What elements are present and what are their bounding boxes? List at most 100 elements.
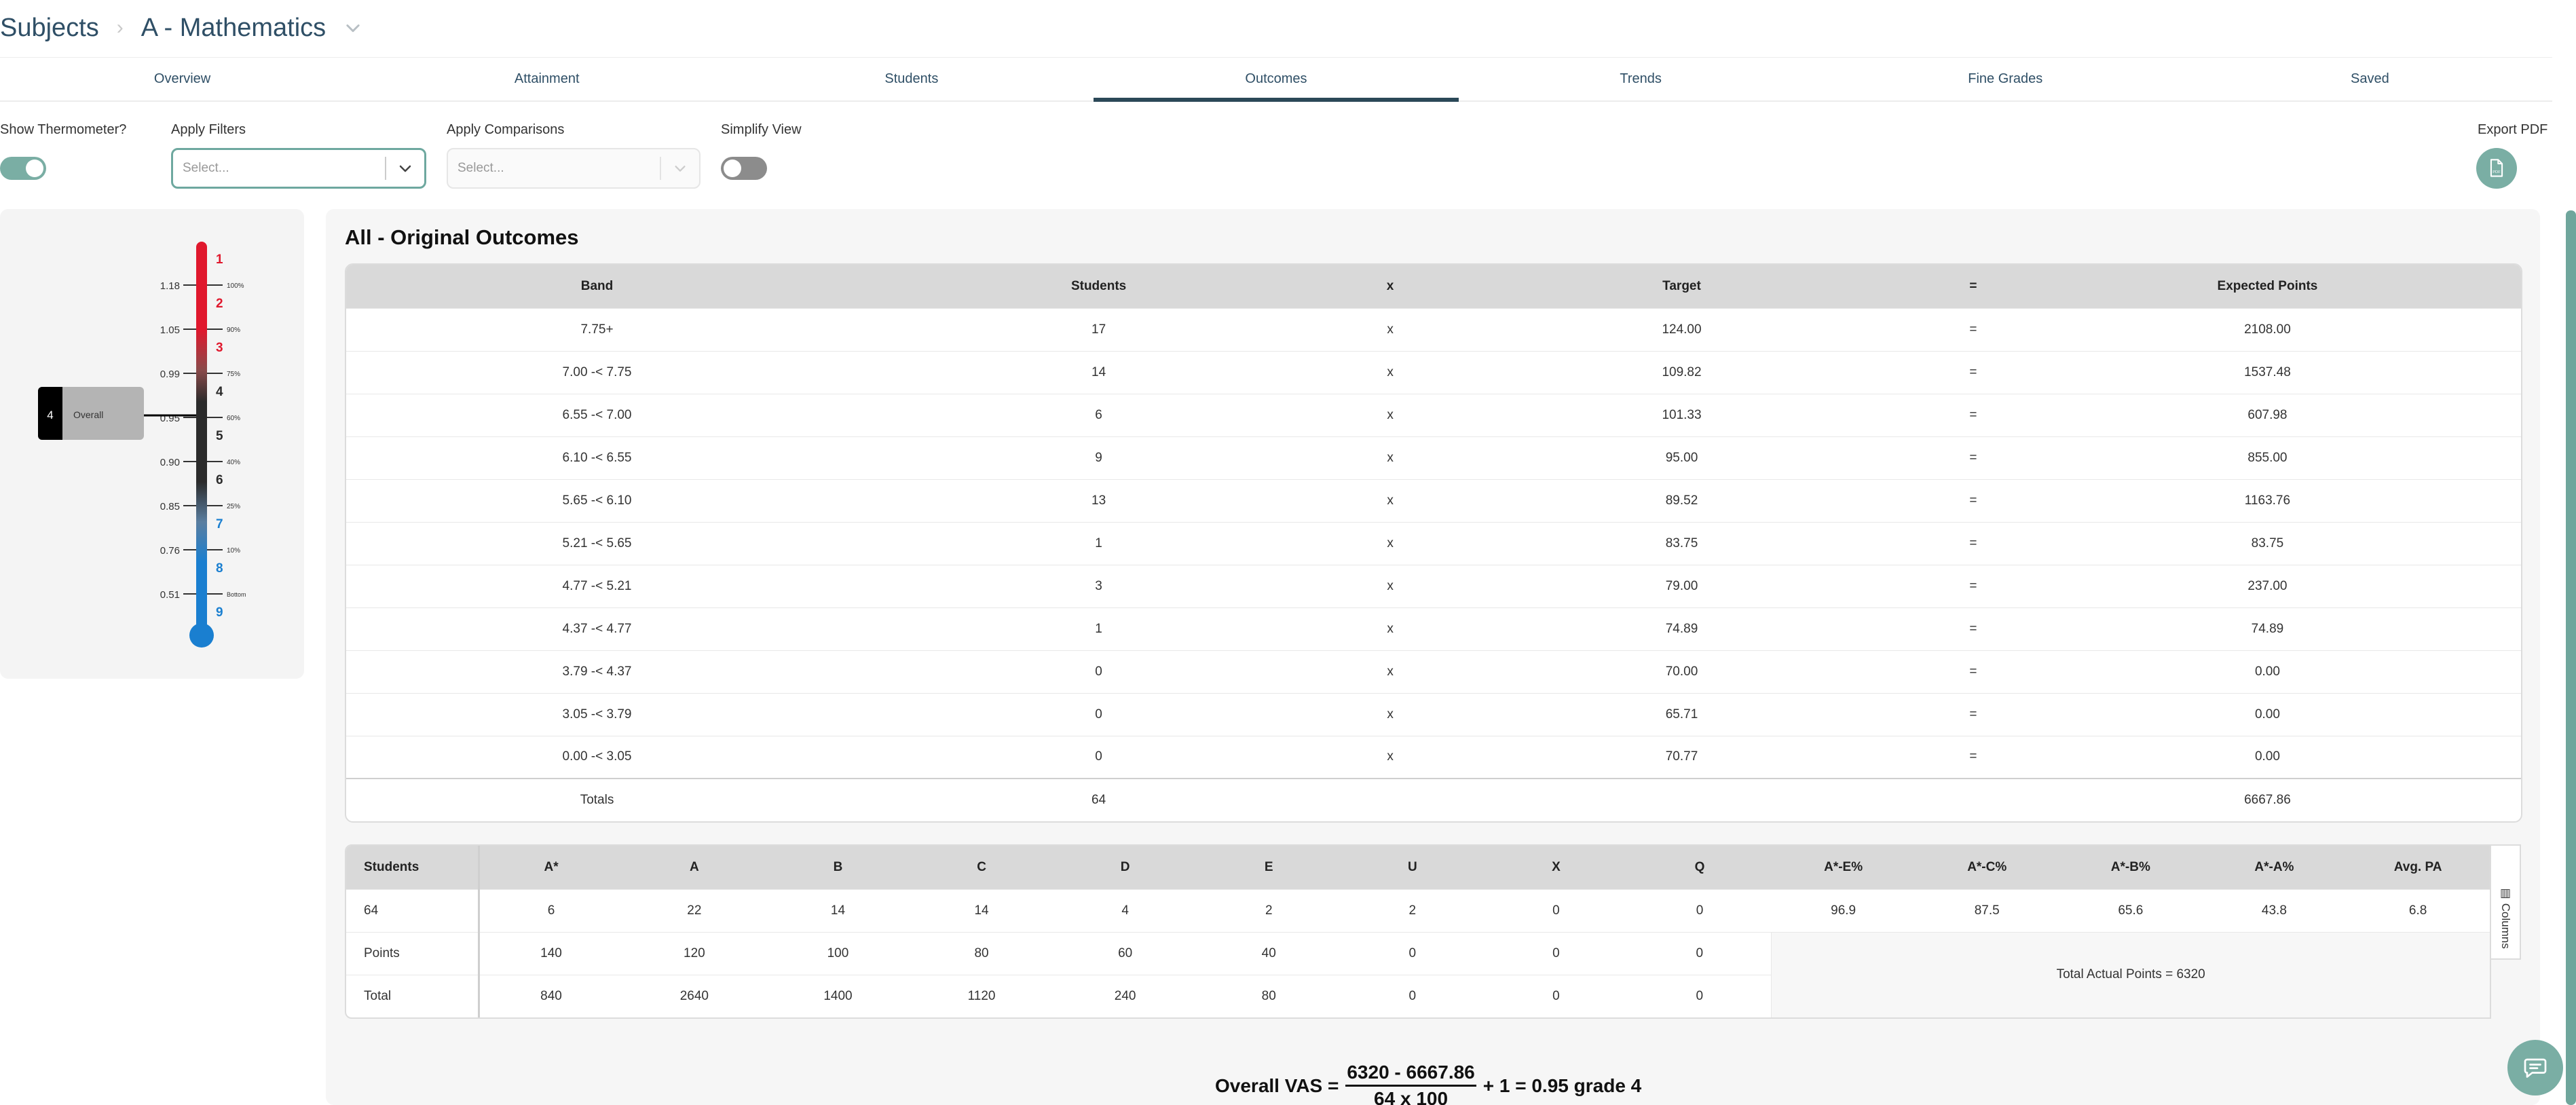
students-cell: 1 — [848, 607, 1350, 650]
table-cell: 140 — [479, 931, 623, 975]
value-label: 0.99 — [160, 369, 180, 380]
simplify-view-toggle[interactable] — [721, 157, 767, 180]
tab-attainment[interactable]: Attainment — [365, 58, 729, 100]
equals-cell: = — [1933, 735, 2014, 779]
percent-label: 25% — [227, 503, 240, 510]
chevron-down-icon[interactable] — [343, 18, 362, 37]
target-cell: 89.52 — [1430, 479, 1933, 522]
table-cell: 0 — [1484, 888, 1628, 932]
columns-label: Columns — [2499, 903, 2512, 949]
grades-count-row: 64 6 22 14 14 4 2 2 0 0 96.9 87.5 65.6 4… — [346, 888, 2490, 932]
table-cell: 2 — [1341, 888, 1485, 932]
table-row: 6.10 -< 6.55 9 x 95.00 = 855.00 — [346, 436, 2521, 479]
table-cell: Points — [346, 931, 480, 975]
column-header: = — [1933, 265, 2014, 308]
column-header: Q — [1628, 846, 1772, 889]
times-cell: x — [1349, 350, 1431, 394]
value-label: 1.18 — [160, 280, 180, 292]
equals-cell: = — [1933, 564, 2014, 607]
times-cell: x — [1349, 393, 1431, 436]
band-cell: 4.37 -< 4.77 — [346, 607, 848, 650]
column-header: A*-C% — [1915, 846, 2059, 889]
equals-cell: = — [1933, 607, 2014, 650]
expected-points-cell: 74.89 — [2013, 607, 2521, 650]
equals-cell: = — [1933, 479, 2014, 522]
apply-comparisons-select[interactable]: Select... — [447, 148, 701, 189]
tab-trends[interactable]: Trends — [1459, 58, 1823, 100]
svg-text:PDF: PDF — [2493, 170, 2501, 174]
formula-numerator: 6320 - 6667.86 — [1345, 1062, 1476, 1087]
equals-cell: = — [1933, 436, 2014, 479]
thermometer-graphic: 1 2 3 4 5 6 7 8 9 1.18 100% 1.05 90% 0.9… — [38, 242, 246, 648]
grade-label-2: 2 — [216, 297, 223, 311]
page-scrollbar[interactable] — [2566, 210, 2576, 1105]
value-label: 1.05 — [160, 324, 180, 336]
chevron-down-icon[interactable] — [386, 160, 424, 176]
table-cell: 240 — [1053, 974, 1197, 1017]
export-pdf-button[interactable]: PDF — [2476, 148, 2517, 189]
column-header: A* — [479, 846, 623, 889]
simplify-view-label: Simplify View — [721, 122, 802, 137]
students-cell: 9 — [848, 436, 1350, 479]
chevron-down-icon[interactable] — [661, 161, 699, 176]
pdf-file-icon: PDF — [2490, 159, 2503, 177]
column-header: Band — [346, 265, 848, 308]
tab-fine-grades[interactable]: Fine Grades — [1823, 58, 2188, 100]
breadcrumb-separator-icon: › — [116, 16, 124, 39]
target-cell: 79.00 — [1430, 564, 1933, 607]
apply-filters-label: Apply Filters — [171, 122, 246, 137]
tab-outcomes[interactable]: Outcomes — [1094, 58, 1459, 102]
table-cell: 1400 — [766, 974, 910, 1017]
percent-label: 100% — [227, 282, 244, 290]
students-cell: 13 — [848, 479, 1350, 522]
table-cell: 96.9 — [1771, 888, 1916, 932]
equals-cell: = — [1933, 393, 2014, 436]
table-cell: 60 — [1053, 931, 1197, 975]
overall-vas-formula: Overall VAS = 6320 - 6667.86 64 x 100 + … — [1215, 1062, 1641, 1105]
column-header: Avg. PA — [2346, 846, 2490, 889]
totals-row: Totals 64 6667.86 — [346, 778, 2521, 821]
target-cell: 65.71 — [1430, 692, 1933, 736]
show-thermometer-toggle[interactable] — [0, 157, 46, 180]
percent-label: Bottom — [227, 591, 246, 598]
target-cell: 83.75 — [1430, 521, 1933, 565]
breadcrumb-subjects[interactable]: Subjects — [0, 14, 99, 43]
totals-label: Totals — [346, 778, 848, 821]
target-cell: 124.00 — [1430, 307, 1933, 351]
students-cell: 0 — [848, 650, 1350, 693]
value-label: 0.85 — [160, 501, 180, 512]
column-header: A*-E% — [1771, 846, 1916, 889]
export-pdf-label: Export PDF — [2478, 122, 2548, 137]
times-cell: x — [1349, 307, 1431, 351]
tab-bar: Overview Attainment Students Outcomes Tr… — [0, 57, 2552, 102]
chat-icon — [2524, 1058, 2547, 1078]
times-cell: x — [1349, 436, 1431, 479]
expected-points-cell: 0.00 — [2013, 735, 2521, 779]
expected-points-cell: 1163.76 — [2013, 479, 2521, 522]
band-cell: 7.75+ — [346, 307, 848, 351]
table-cell: 87.5 — [1915, 888, 2059, 932]
target-cell: 101.33 — [1430, 393, 1933, 436]
columns-toggle-button[interactable]: ▥ Columns — [2491, 844, 2521, 960]
target-cell: 95.00 — [1430, 436, 1933, 479]
band-cell: 6.10 -< 6.55 — [346, 436, 848, 479]
apply-filters-placeholder: Select... — [183, 161, 229, 175]
table-cell: 2 — [1197, 888, 1341, 932]
times-cell: x — [1349, 479, 1431, 522]
value-label: 0.51 — [160, 589, 180, 601]
grade-label-1: 1 — [216, 252, 223, 267]
breadcrumb-current-subject[interactable]: A - Mathematics — [141, 14, 326, 43]
band-cell: 6.55 -< 7.00 — [346, 393, 848, 436]
outcomes-title: All - Original Outcomes — [345, 225, 579, 249]
table-cell: 0 — [1628, 974, 1772, 1017]
tab-saved[interactable]: Saved — [2188, 58, 2552, 100]
column-header: A — [622, 846, 766, 889]
tab-students[interactable]: Students — [729, 58, 1094, 100]
tab-overview[interactable]: Overview — [0, 58, 365, 100]
equals-cell: = — [1933, 350, 2014, 394]
apply-comparisons-label: Apply Comparisons — [447, 122, 565, 137]
grade-label-7: 7 — [216, 517, 223, 531]
chat-button[interactable] — [2507, 1040, 2563, 1095]
apply-filters-select[interactable]: Select... — [171, 148, 426, 189]
table-row: 7.00 -< 7.75 14 x 109.82 = 1537.48 — [346, 350, 2521, 394]
